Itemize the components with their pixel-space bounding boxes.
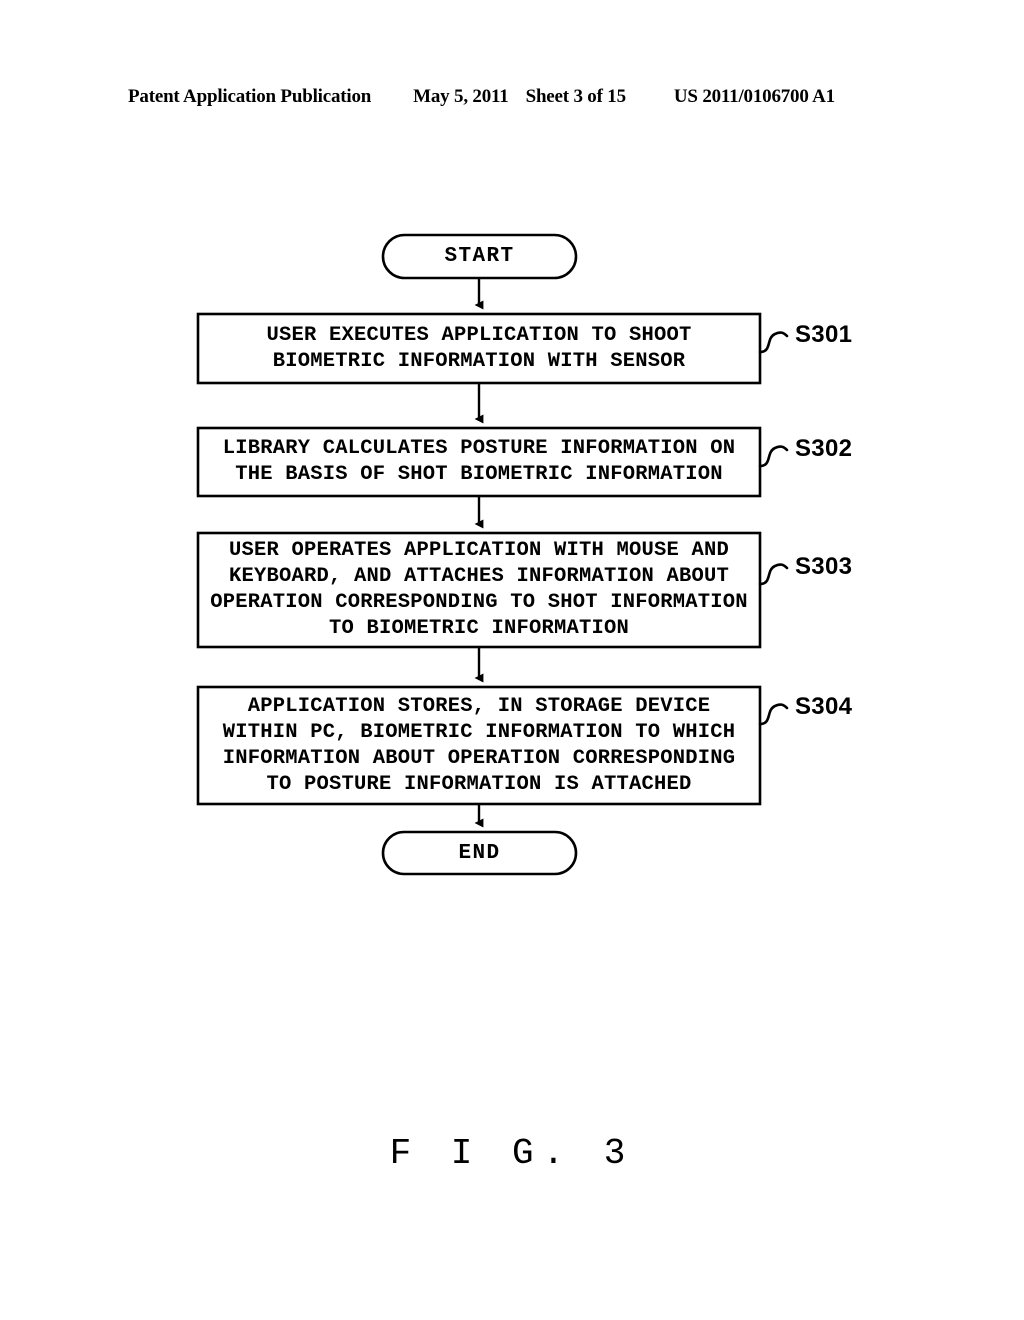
step-box-s301 bbox=[196, 312, 762, 385]
step-ref-s303: S303 bbox=[795, 553, 853, 580]
step-box-s302 bbox=[196, 426, 762, 498]
leader-line-s301 bbox=[758, 331, 789, 354]
leader-line-s304 bbox=[758, 703, 789, 726]
flowchart: START USER EXECUTES APPLICATION TO SHOOT… bbox=[0, 0, 1024, 1320]
step-ref-s304: S304 bbox=[795, 693, 853, 720]
patent-figure-page: Patent Application Publication May 5, 20… bbox=[0, 0, 1024, 1320]
end-terminator-shape bbox=[381, 830, 578, 876]
figure-caption: F I G. 3 bbox=[389, 1133, 635, 1174]
leader-line-s302 bbox=[758, 445, 789, 468]
leader-line-s303 bbox=[758, 563, 789, 586]
flowchart-graphics bbox=[196, 233, 789, 876]
step-box-s304 bbox=[196, 685, 762, 806]
step-ref-s301: S301 bbox=[795, 321, 853, 348]
step-ref-s302: S302 bbox=[795, 435, 853, 462]
step-box-s303 bbox=[196, 531, 762, 649]
start-terminator-shape bbox=[381, 233, 578, 280]
